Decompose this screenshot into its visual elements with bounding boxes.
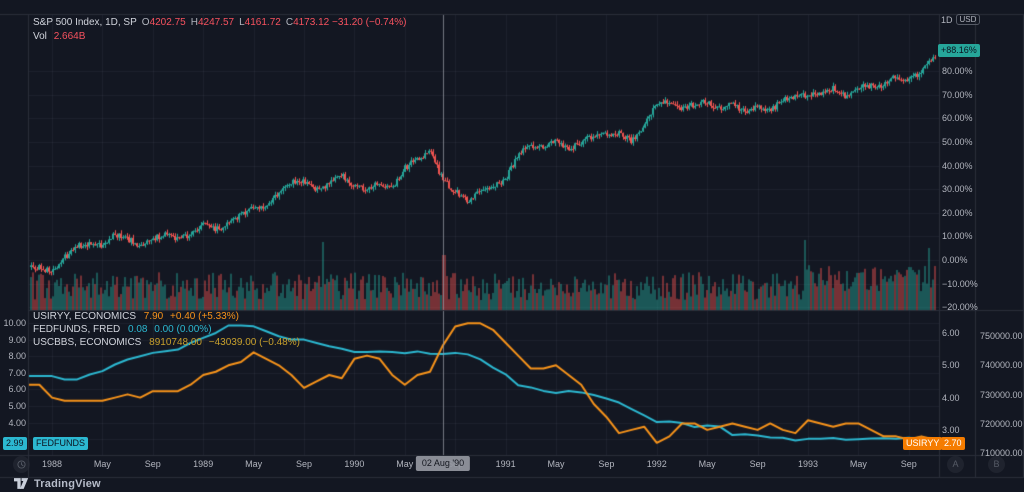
scale-b-button[interactable]: B	[988, 456, 1005, 473]
usiryy-value-badge: 2.70	[941, 437, 965, 450]
left-axis-tick: 10.00	[0, 318, 26, 328]
usiryy-legend[interactable]: USIRYY, ECONOMICS 7.90 +0.40 (+5.33%)	[33, 311, 239, 322]
left-axis-tick: 7.00	[0, 368, 26, 378]
scale-a-tick: 5.00	[942, 360, 960, 370]
time-tick: Sep	[901, 459, 917, 469]
price-scale-unit: 1DUSD	[941, 14, 980, 25]
currency-toggle-button[interactable]: USD	[956, 14, 981, 25]
fedfunds-change: 0.00 (0.00%)	[154, 324, 211, 335]
volume-value: 2.664B	[54, 31, 86, 42]
price-tick: 20.00%	[942, 208, 973, 218]
usiryy-name[interactable]: USIRYY, ECONOMICS	[33, 311, 136, 322]
usiryy-value: 7.90	[144, 311, 163, 322]
clock-icon	[17, 460, 26, 469]
scale-a-tick: 3.00	[942, 425, 960, 435]
time-tick: May	[245, 459, 262, 469]
symbol-legend[interactable]: S&P 500 Index, 1D, SPO4202.75H4247.57L41…	[33, 17, 407, 28]
time-tick: May	[396, 459, 413, 469]
price-tick: 50.00%	[942, 137, 973, 147]
uscbbs-name[interactable]: USCBBS, ECONOMICS	[33, 337, 141, 348]
fedfunds-label-badge: FEDFUNDS	[33, 437, 88, 450]
left-axis-tick: 6.00	[0, 384, 26, 394]
price-tick: 40.00%	[942, 161, 973, 171]
usiryy-change: +0.40 (+5.33%)	[170, 311, 239, 322]
uscbbs-value: 8910748.00	[149, 337, 202, 348]
time-tick: 1991	[496, 459, 516, 469]
tradingview-brand-text: TradingView	[34, 478, 101, 490]
time-tick: May	[94, 459, 111, 469]
uscbbs-legend[interactable]: USCBBS, ECONOMICS 8910748.00 −43039.00 (…	[33, 337, 300, 348]
timezone-button[interactable]	[13, 456, 30, 473]
fedfunds-legend[interactable]: FEDFUNDS, FRED 0.08 0.00 (0.00%)	[33, 324, 212, 335]
scale-a-tick: 6.00	[942, 328, 960, 338]
price-tick: 10.00%	[942, 231, 973, 241]
interval-label: 1D	[941, 15, 953, 25]
usiryy-label-badge: USIRYY	[903, 437, 942, 450]
symbol-title[interactable]: S&P 500 Index, 1D, SP	[33, 17, 137, 28]
time-tick: Sep	[598, 459, 614, 469]
scale-b-tick: 740000.00	[980, 360, 1023, 370]
time-tick: Sep	[750, 459, 766, 469]
time-tick: May	[699, 459, 716, 469]
volume-legend[interactable]: Vol 2.664B	[33, 31, 85, 42]
left-axis-tick: 4.00	[0, 418, 26, 428]
open-value: 4202.75	[150, 17, 186, 28]
price-tick: −10.00%	[942, 279, 978, 289]
high-value: 4247.57	[198, 17, 234, 28]
uscbbs-change: −43039.00 (−0.48%)	[209, 337, 300, 348]
price-tick: 30.00%	[942, 184, 973, 194]
time-tick: 1993	[798, 459, 818, 469]
low-value: 4161.72	[245, 17, 281, 28]
tradingview-logo-icon	[14, 477, 29, 490]
time-tick: 1988	[42, 459, 62, 469]
price-tick: 80.00%	[942, 66, 973, 76]
scale-a-button[interactable]: A	[947, 456, 964, 473]
tradingview-watermark[interactable]: TradingView	[14, 477, 101, 490]
left-axis-tick: 8.00	[0, 351, 26, 361]
scale-b-tick: 720000.00	[980, 419, 1023, 429]
fedfunds-value: 0.08	[128, 324, 147, 335]
scale-a-tick: 4.00	[942, 393, 960, 403]
change-value: −31.20 (−0.74%)	[332, 17, 407, 28]
time-tick: Sep	[296, 459, 312, 469]
price-tick: 60.00%	[942, 113, 973, 123]
open-label: O	[142, 17, 150, 28]
scale-b-tick: 750000.00	[980, 331, 1023, 341]
high-label: H	[191, 17, 198, 28]
fedfunds-value-badge: 2.99	[3, 437, 27, 450]
time-tick: 1990	[344, 459, 364, 469]
price-tick: 0.00%	[942, 255, 968, 265]
volume-label: Vol	[33, 31, 47, 42]
chart-plot-area[interactable]	[0, 0, 1024, 492]
left-axis-tick: 5.00	[0, 401, 26, 411]
left-axis-tick: 9.00	[0, 335, 26, 345]
scale-b-tick: 730000.00	[980, 390, 1023, 400]
crosshair-date-tooltip: 02 Aug '90	[416, 456, 470, 471]
close-value: 4173.12	[293, 17, 329, 28]
time-tick: May	[547, 459, 564, 469]
tradingview-chart-snapshot: KriptoNevsimi published on TradingView.c…	[0, 0, 1024, 492]
change-percent-badge: +88.16%	[938, 44, 980, 57]
time-tick: 1989	[193, 459, 213, 469]
price-tick: −20.00%	[942, 302, 978, 312]
time-tick: May	[850, 459, 867, 469]
time-tick: Sep	[145, 459, 161, 469]
fedfunds-name[interactable]: FEDFUNDS, FRED	[33, 324, 120, 335]
price-tick: 70.00%	[942, 90, 973, 100]
time-tick: 1992	[647, 459, 667, 469]
close-label: C	[286, 17, 293, 28]
